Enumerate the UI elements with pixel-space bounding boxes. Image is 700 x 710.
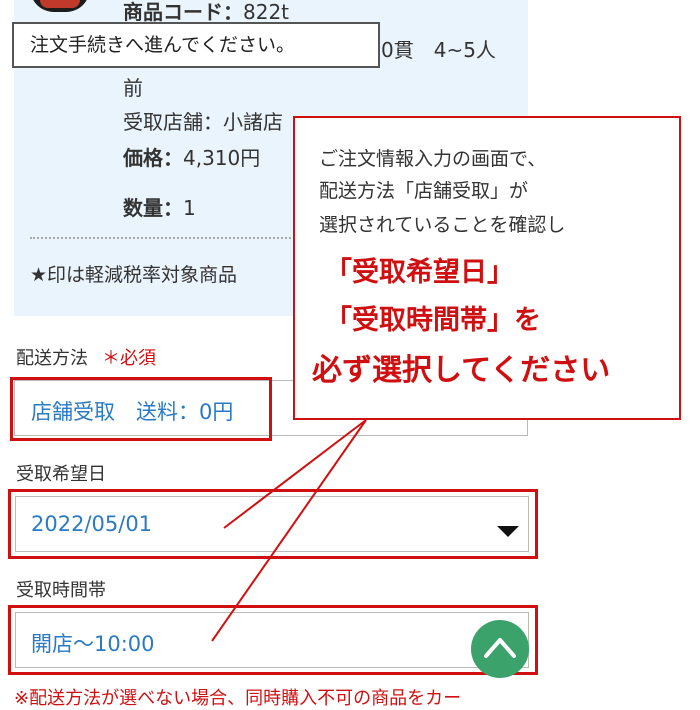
callout-line-1: ご注文情報入力の画面で、 [319,148,547,170]
delivery-method-value[interactable]: 店舗受取 送料：0円 [31,396,233,426]
quantity-label: 数量： [123,196,183,220]
delivery-method-label: 配送方法 ＊必須 [16,344,156,370]
callout-emphasis: 必ず選択 [312,353,432,388]
pickup-store: 受取店舗：小諸店 [123,110,283,134]
callout-line-4: 「受取希望日」 [325,257,514,288]
pickup-time-label: 受取時間帯 [16,580,106,601]
required-badge: ＊必須 [102,348,156,369]
callout-line-6-rest: してください [432,353,611,388]
price-value: 4,310円 [183,146,261,170]
delivery-method-label-text: 配送方法 [16,348,88,369]
chevron-up-icon [484,638,516,658]
product-price: 価格：4,310円 [123,142,260,171]
callout-line-5: 「受取時間帯」を [325,305,541,336]
product-image [30,0,90,12]
callout-line-2: 配送方法「店舗受取」が [319,180,529,202]
product-quantity: 数量：1 [123,192,196,221]
product-size: 0貫 4~5人 [381,38,496,62]
pickup-date-value[interactable]: 2022/05/01 [31,512,152,536]
scroll-top-button[interactable] [471,620,529,678]
tax-note: ★印は軽減税率対象商品 [30,264,238,286]
quantity-value: 1 [183,196,196,220]
product-code-value: 822t [243,0,290,24]
caret-down-icon[interactable] [497,526,519,537]
callout-line-3: 選択されていることを確認し [319,214,566,236]
pickup-date-label: 受取希望日 [16,464,106,485]
proceed-tooltip: 注文手続きへ進んでください。 [12,22,380,68]
price-label: 価格： [123,146,183,170]
product-code-label: 商品コード： [123,0,243,24]
pickup-time-value[interactable]: 開店〜10:00 [31,628,155,658]
callout-line-6: 必ず選択してください [312,345,610,389]
delivery-note: ※配送方法が選べない場合、同時購入不可の商品をカー [14,688,462,709]
product-size-cont: 前 [123,76,143,100]
